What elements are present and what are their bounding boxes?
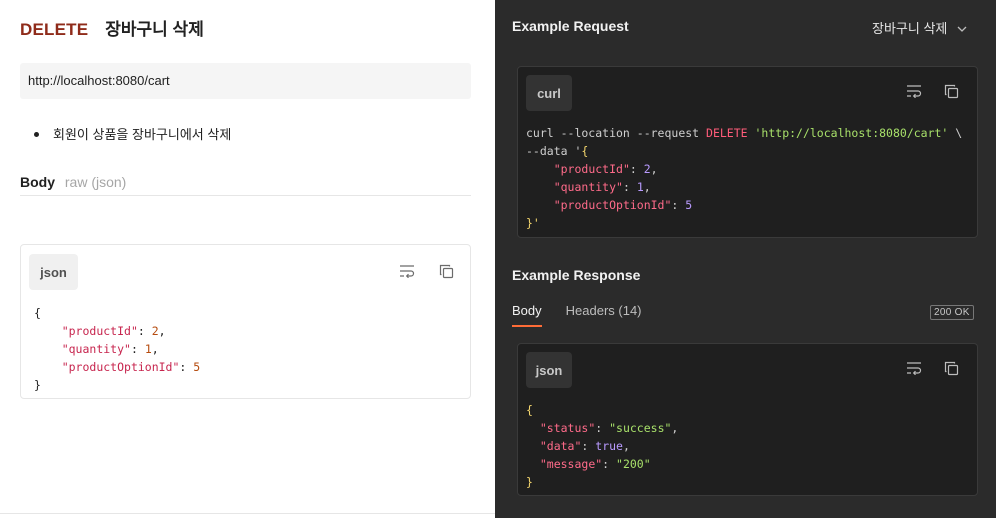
body-type-label: raw (json) (64, 174, 127, 190)
code-value: 2 (151, 324, 159, 338)
code-key: "message" (539, 457, 603, 471)
code-close-brace: } (526, 475, 533, 489)
description-list: 회원이 상품을 장바구니에서 삭제 (34, 124, 231, 143)
code-open-brace: { (34, 306, 41, 320)
code-key: "quantity" (61, 342, 131, 356)
example-selector-label: 장바구니 삭제 (872, 21, 948, 36)
code-close-brace: } (34, 378, 41, 392)
divider (0, 513, 495, 514)
code-key: "productId" (553, 162, 630, 176)
code-open-brace: { (526, 403, 533, 417)
curl-method: DELETE (706, 126, 748, 140)
code-language-chip[interactable]: json (526, 352, 572, 388)
code-separator: , (158, 324, 166, 338)
example-request-code: curl --location --request DELETE 'http:/… (526, 126, 963, 230)
example-request-title: Example Request (512, 18, 629, 34)
example-response-code-card: json { "status": "success", "data": true… (517, 343, 978, 496)
chevron-down-icon (957, 20, 967, 35)
example-response-code: { "status": "success", "data": true, "me… (526, 403, 679, 489)
copy-icon[interactable] (941, 358, 961, 378)
code-separator: , (650, 162, 658, 176)
curl-url: 'http://localhost:8080/cart' (754, 126, 949, 140)
request-body-code: { "productId": 2, "quantity": 1, "produc… (34, 306, 201, 392)
example-response-title: Example Response (512, 267, 641, 283)
documentation-pane: DELETE 장바구니 삭제 http://localhost:8080/car… (0, 0, 495, 518)
description-text: 회원이 상품을 장바구니에서 삭제 (53, 127, 232, 142)
wrap-lines-icon[interactable] (904, 358, 924, 378)
status-badge: 200 OK (930, 305, 974, 320)
example-request-code-card: curl curl --location --request DELETE 'h… (517, 66, 978, 238)
code-value: true (595, 439, 623, 453)
tab-headers[interactable]: Headers (14) (566, 303, 642, 327)
code-key: "productOptionId" (553, 198, 672, 212)
code-value: "success" (609, 421, 672, 435)
code-value: 1 (636, 180, 644, 194)
example-selector[interactable]: 장바구니 삭제 (872, 18, 967, 37)
code-key: "status" (539, 421, 596, 435)
code-close-brace: }' (526, 216, 540, 230)
curl-continuation: \ (948, 126, 963, 140)
code-value: 1 (144, 342, 152, 356)
request-url[interactable]: http://localhost:8080/cart (20, 63, 471, 99)
code-key: "quantity" (553, 180, 623, 194)
code-value: "200" (616, 457, 651, 471)
code-separator: , (151, 342, 159, 356)
code-value: 5 (193, 360, 201, 374)
request-title-row: DELETE 장바구니 삭제 (20, 15, 204, 40)
request-name: 장바구니 삭제 (105, 20, 204, 39)
http-method-label: DELETE (20, 20, 89, 39)
code-value: 2 (643, 162, 651, 176)
code-language-chip[interactable]: json (29, 254, 78, 290)
code-separator: , (643, 180, 651, 194)
curl-data-prefix: --data ' (526, 144, 582, 158)
code-language-chip[interactable]: curl (526, 75, 572, 111)
list-item: 회원이 상품을 장바구니에서 삭제 (34, 124, 231, 143)
code-key: "productId" (61, 324, 138, 338)
response-tabs: Body Headers (14) (512, 303, 642, 327)
code-open-brace: { (581, 144, 589, 158)
wrap-lines-icon[interactable] (397, 261, 417, 281)
code-separator: , (671, 421, 679, 435)
code-separator: , (622, 439, 630, 453)
curl-prefix: curl --location --request (526, 126, 707, 140)
copy-icon[interactable] (941, 81, 961, 101)
copy-icon[interactable] (436, 261, 456, 281)
body-section-header: Body raw (json) (20, 174, 471, 196)
wrap-lines-icon[interactable] (904, 81, 924, 101)
request-body-code-card: json { "productId": 2, "quantity": 1, "p… (20, 244, 471, 399)
bullet-icon (34, 132, 39, 138)
code-key: "productOptionId" (61, 360, 180, 374)
code-value: 5 (685, 198, 693, 212)
examples-pane: Example Request 장바구니 삭제 curl curl --loca… (495, 0, 996, 518)
body-label: Body (20, 174, 55, 190)
code-key: "data" (539, 439, 582, 453)
tab-body[interactable]: Body (512, 303, 542, 327)
